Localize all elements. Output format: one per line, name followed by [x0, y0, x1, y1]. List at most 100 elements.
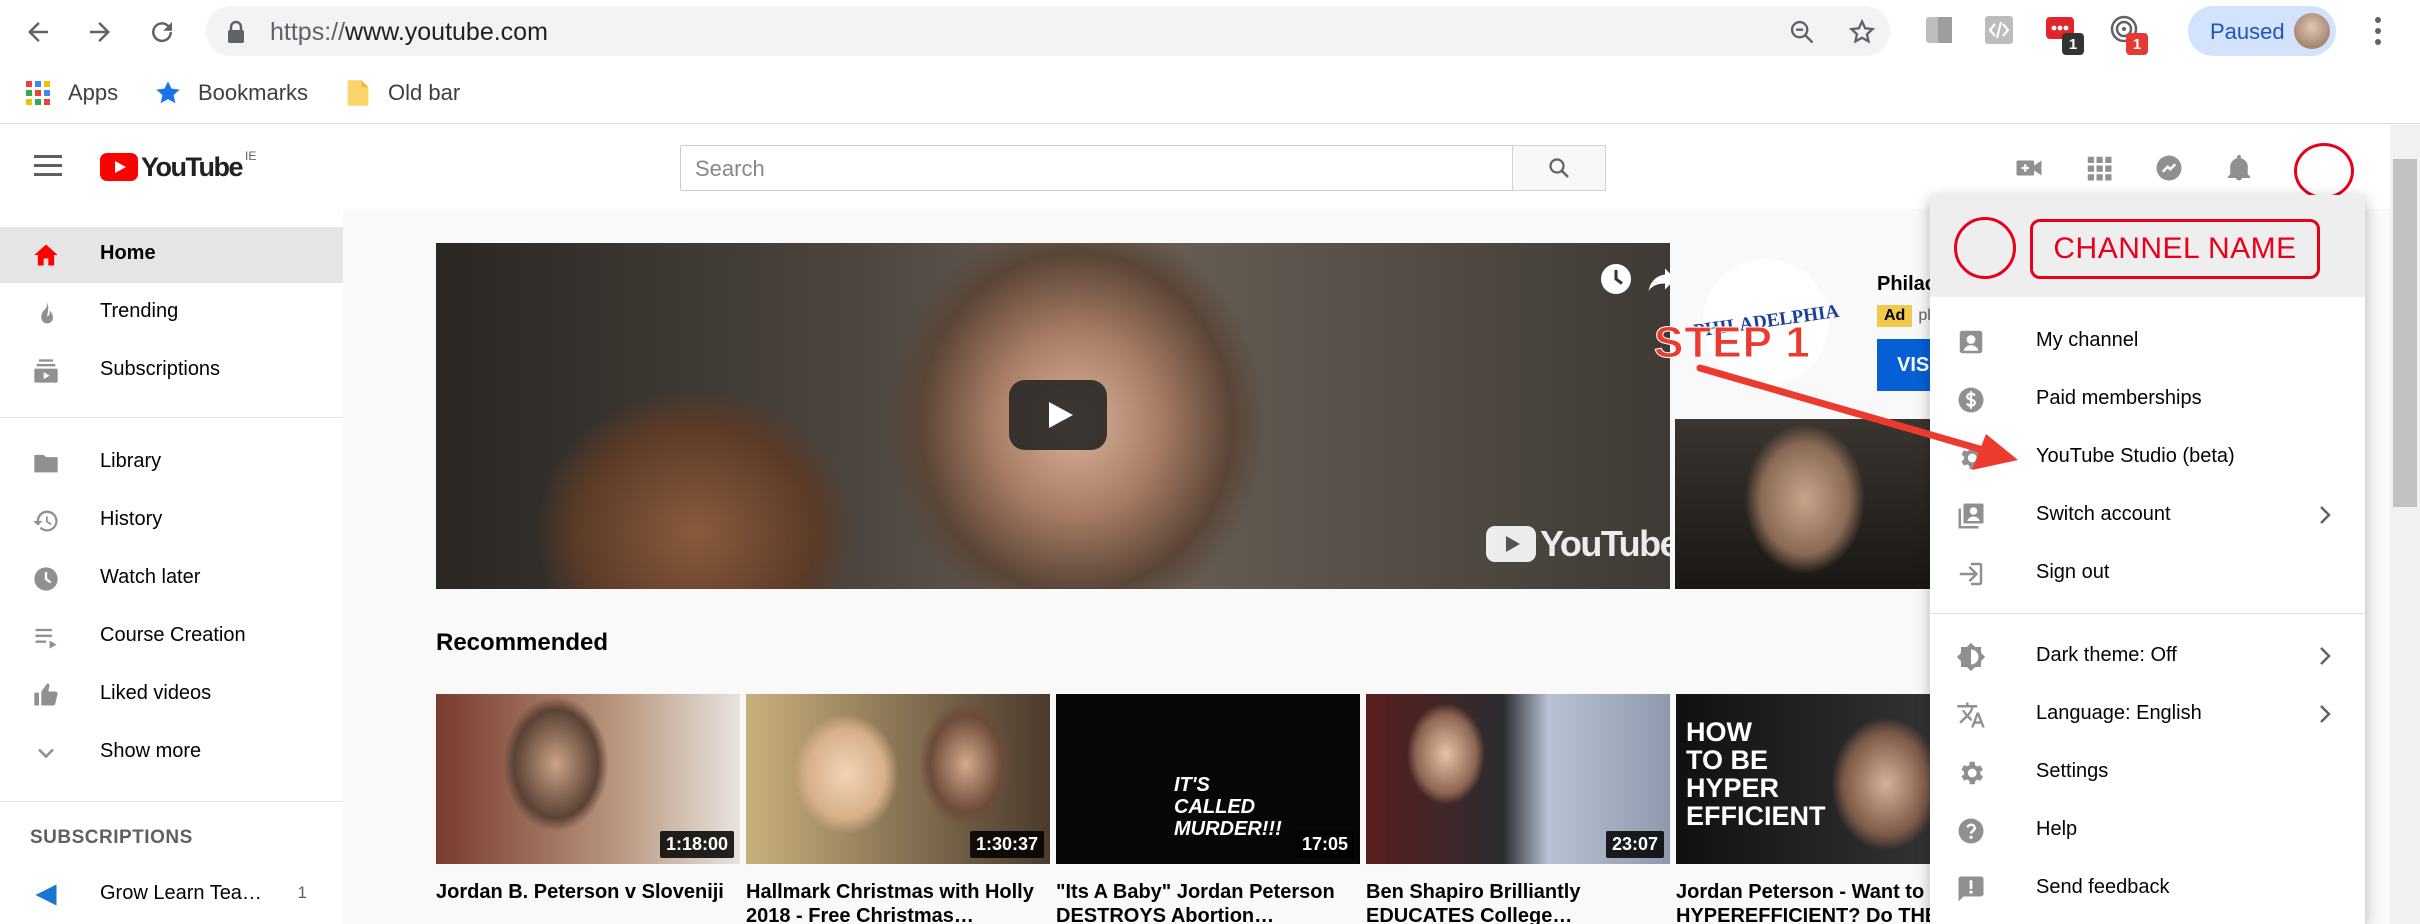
extension-reader[interactable] [1922, 13, 1956, 47]
thumbnail-overlay-text: IT'S CALLED MURDER!!! [1174, 774, 1282, 840]
bookmark-label: Bookmarks [198, 80, 309, 105]
feedback-icon [1958, 876, 1984, 902]
subscription-channel-name: Grow Learn Tea… [100, 882, 262, 904]
chevron-right-icon [2320, 647, 2331, 665]
sidebar-divider [0, 417, 343, 418]
sidebar-item-library[interactable]: Library [0, 435, 343, 491]
youtube-play-icon [1486, 526, 1536, 562]
browser-toolbar: https://www.youtube.com 1 1 Paused [0, 0, 2420, 62]
reload-button[interactable] [142, 12, 182, 52]
menu-item-youtube-studio[interactable]: YouTube Studio (beta) [1930, 428, 2365, 486]
thumbnail-overlay-text: HOW TO BE HYPER EFFICIENT [1686, 717, 1826, 831]
sidebar-item-show-more[interactable]: Show more [0, 725, 343, 781]
youtube-logo[interactable]: YouTube IE [100, 149, 257, 183]
dollar-icon [1958, 387, 1984, 413]
watermark-text: YouTube [1540, 523, 1670, 564]
search-input[interactable]: Search [680, 145, 1606, 191]
extension-chat[interactable]: 1 [2044, 13, 2084, 55]
search-button[interactable] [1512, 145, 1606, 191]
ad-companion-thumbnail[interactable] [1675, 419, 1935, 589]
sidebar-item-subscriptions[interactable]: Subscriptions [0, 343, 343, 399]
video-card[interactable]: HOW TO BE HYPER EFFICIENT Jordan Peterso… [1676, 694, 1936, 924]
video-title[interactable]: "Its A Baby" Jordan Peterson DESTROYS Ab… [1056, 880, 1356, 924]
address-bar[interactable]: https://www.youtube.com [206, 6, 1890, 56]
sidebar-subscription-item[interactable]: Grow Learn Tea… 1 [0, 867, 343, 923]
reload-icon [152, 22, 173, 43]
code-extension-icon [1985, 16, 2013, 44]
create-video-icon[interactable] [2014, 153, 2044, 183]
menu-item-settings[interactable]: Settings [1930, 743, 2365, 801]
back-arrow-icon [28, 22, 48, 42]
sidebar-item-liked-videos[interactable]: Liked videos [0, 667, 343, 723]
play-button-icon[interactable] [1009, 380, 1107, 450]
watch-later-icon [34, 567, 58, 591]
channel-logo-icon [35, 884, 57, 906]
bookmark-label: Old bar [388, 80, 461, 105]
video-title[interactable]: Hallmark Christmas with Holly 2018 - Fre… [746, 880, 1046, 924]
menu-item-label: Help [2036, 818, 2078, 840]
video-thumbnail[interactable]: HOW TO BE HYPER EFFICIENT [1676, 694, 1936, 864]
url-text: https://www.youtube.com [270, 18, 548, 46]
page-scrollbar[interactable] [2390, 125, 2420, 924]
youtube-play-icon [100, 153, 138, 181]
step-annotation-label: STEP 1 [1654, 318, 1811, 368]
video-card[interactable]: 1:18:00 Jordan B. Peterson v Sloveniji [436, 694, 740, 924]
guide-menu-button[interactable] [34, 155, 62, 177]
chevron-down-icon [38, 748, 54, 759]
menu-item-label: Dark theme: Off [2036, 644, 2177, 666]
scrollbar-thumb[interactable] [2393, 159, 2417, 507]
sidebar-item-course-creation[interactable]: Course Creation [0, 609, 343, 665]
account-avatar-button[interactable] [2294, 143, 2354, 199]
lock-icon [228, 20, 244, 43]
video-thumbnail[interactable]: IT'S CALLED MURDER!!! 17:05 [1056, 694, 1360, 864]
bookmark-apps[interactable]: Apps [24, 76, 118, 110]
video-thumbnail[interactable]: 1:18:00 [436, 694, 740, 864]
advertiser-name[interactable]: Philac [1877, 273, 1936, 296]
apps-icon[interactable] [2084, 153, 2114, 183]
menu-item-dark-theme[interactable]: Dark theme: Off [1930, 627, 2365, 685]
menu-item-my-channel[interactable]: My channel [1930, 312, 2365, 370]
menu-item-sign-out[interactable]: Sign out [1930, 544, 2365, 602]
video-card[interactable]: 23:07 Ben Shapiro Brilliantly EDUCATES C… [1366, 694, 1670, 924]
extension-fingerprint[interactable]: 1 [2108, 13, 2148, 55]
video-card[interactable]: 1:30:37 Hallmark Christmas with Holly 20… [746, 694, 1050, 924]
channel-avatar-highlight [1954, 217, 2016, 279]
video-thumbnail[interactable]: 23:07 [1366, 694, 1670, 864]
bookmark-bookmarks[interactable]: Bookmarks [154, 76, 308, 110]
video-title[interactable]: Jordan Peterson - Want to be HYPEREFFICI… [1676, 880, 1936, 924]
notifications-bell-icon[interactable] [2224, 153, 2254, 183]
bookmark-old-bar[interactable]: Old bar [344, 76, 460, 110]
menu-item-switch-account[interactable]: Switch account [1930, 486, 2365, 544]
browser-menu-button[interactable] [2368, 14, 2388, 48]
back-button[interactable] [18, 12, 58, 52]
sidebar-item-history[interactable]: History [0, 493, 343, 549]
video-title[interactable]: Jordan B. Peterson v Sloveniji [436, 880, 736, 924]
messages-icon[interactable] [2154, 153, 2184, 183]
account-menu-header: CHANNEL NAME [1930, 195, 2365, 297]
sidebar-item-watch-later[interactable]: Watch later [0, 551, 343, 607]
profile-button[interactable]: Paused [2188, 6, 2336, 56]
video-thumbnail[interactable]: 1:30:37 [746, 694, 1050, 864]
star-icon [156, 81, 180, 104]
chevron-right-icon [2320, 506, 2331, 524]
sidebar-item-trending[interactable]: Trending [0, 285, 343, 341]
extension-code[interactable] [1982, 13, 2016, 47]
menu-item-language[interactable]: Language: English [1930, 685, 2365, 743]
menu-item-help[interactable]: Help [1930, 801, 2365, 859]
menu-item-paid-memberships[interactable]: Paid memberships [1930, 370, 2365, 428]
masthead-ad-video[interactable]: YouTube [436, 243, 1670, 589]
forward-button[interactable] [80, 12, 120, 52]
folder-icon [347, 80, 369, 106]
video-title[interactable]: Ben Shapiro Brilliantly EDUCATES College… [1366, 880, 1666, 924]
bookmarks-bar: Apps Bookmarks Old bar [0, 62, 2420, 124]
menu-item-send-feedback[interactable]: Send feedback [1930, 859, 2365, 917]
video-card[interactable]: IT'S CALLED MURDER!!! 17:05 "Its A Baby"… [1056, 694, 1360, 924]
bookmark-star-icon[interactable] [1848, 18, 1876, 46]
share-icon[interactable] [1644, 261, 1670, 297]
dark-theme-icon [1956, 642, 1986, 672]
translate-icon [1957, 702, 1985, 728]
logo-region: IE [244, 149, 257, 163]
sidebar-item-home[interactable]: Home [0, 227, 343, 283]
watch-later-icon[interactable] [1598, 261, 1634, 297]
zoom-icon[interactable] [1788, 18, 1816, 46]
